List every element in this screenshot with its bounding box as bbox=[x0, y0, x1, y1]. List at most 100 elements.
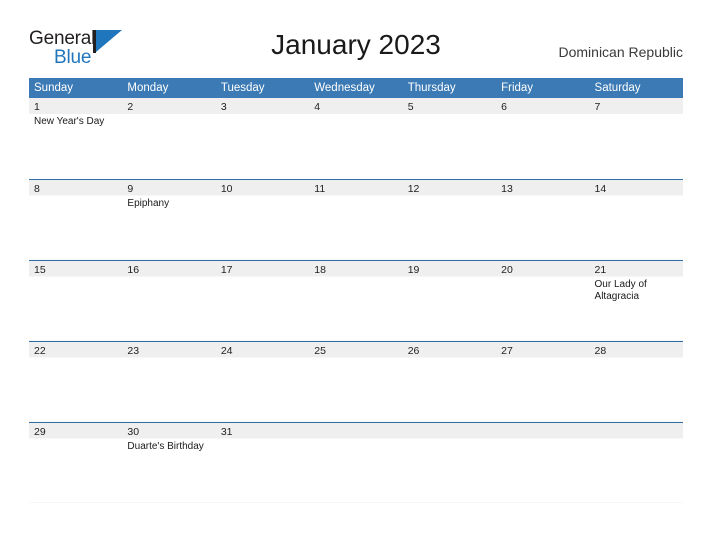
day-event: Duarte's Birthday bbox=[127, 440, 204, 452]
day-cell[interactable]: 8 bbox=[29, 178, 123, 260]
day-event bbox=[29, 439, 122, 441]
calendar-week-row: 29 30 Duarte's Birthday 31 bbox=[29, 421, 683, 503]
day-cell bbox=[402, 421, 497, 503]
day-cell[interactable]: 6 bbox=[496, 98, 590, 179]
day-number: 5 bbox=[407, 101, 414, 113]
day-event bbox=[496, 358, 589, 360]
day-number: 6 bbox=[501, 101, 507, 113]
calendar-header-row: Sunday Monday Tuesday Wednesday Thursday… bbox=[29, 78, 683, 98]
day-number: 3 bbox=[220, 101, 227, 113]
day-number: 30 bbox=[127, 425, 140, 438]
weekday-header-tuesday: Tuesday bbox=[215, 78, 310, 98]
day-number: 20 bbox=[501, 263, 513, 276]
day-event bbox=[122, 114, 215, 116]
day-number: 4 bbox=[314, 101, 321, 113]
day-number: 24 bbox=[220, 344, 233, 357]
day-event bbox=[403, 196, 496, 198]
day-number: 22 bbox=[34, 344, 46, 357]
day-cell[interactable]: 2 bbox=[122, 98, 216, 179]
day-number: 9 bbox=[127, 182, 134, 195]
day-number: 16 bbox=[127, 263, 140, 276]
weekday-header-friday: Friday bbox=[496, 78, 590, 98]
day-event bbox=[122, 358, 215, 360]
weekday-header-saturday: Saturday bbox=[589, 78, 683, 98]
day-event bbox=[496, 277, 589, 279]
day-event bbox=[309, 114, 402, 116]
day-cell[interactable]: 21 Our Lady of Altagracia bbox=[589, 259, 683, 341]
day-event bbox=[309, 196, 402, 198]
day-event bbox=[216, 439, 309, 441]
day-event bbox=[496, 196, 589, 198]
day-number: 1 bbox=[34, 101, 40, 113]
day-cell[interactable]: 10 bbox=[215, 178, 310, 260]
day-cell bbox=[589, 421, 683, 503]
day-cell[interactable]: 22 bbox=[29, 340, 123, 422]
day-event bbox=[403, 439, 496, 441]
day-number: 11 bbox=[314, 182, 326, 195]
day-cell[interactable]: 14 bbox=[589, 178, 683, 260]
day-cell[interactable]: 19 bbox=[402, 259, 497, 341]
day-number: 27 bbox=[501, 344, 513, 357]
day-cell[interactable]: 3 bbox=[215, 98, 310, 179]
day-number: 28 bbox=[594, 344, 607, 357]
day-cell[interactable]: 9 Epiphany bbox=[122, 178, 216, 260]
day-cell[interactable]: 17 bbox=[215, 259, 310, 341]
day-number: 26 bbox=[407, 344, 420, 357]
day-number bbox=[403, 423, 496, 439]
day-cell[interactable]: 20 bbox=[496, 259, 590, 341]
day-cell[interactable]: 13 bbox=[496, 178, 590, 260]
day-number: 7 bbox=[594, 101, 601, 113]
day-cell bbox=[496, 421, 590, 503]
day-event bbox=[216, 277, 309, 279]
weekday-header-thursday: Thursday bbox=[402, 78, 497, 98]
day-cell[interactable]: 18 bbox=[309, 259, 403, 341]
weekday-header-sunday: Sunday bbox=[29, 78, 123, 98]
day-cell bbox=[309, 421, 403, 503]
day-event bbox=[29, 358, 122, 360]
day-event: Epiphany bbox=[127, 197, 170, 209]
day-cell[interactable]: 29 bbox=[29, 421, 123, 503]
day-event bbox=[309, 277, 402, 279]
day-cell[interactable]: 31 bbox=[215, 421, 310, 503]
day-cell[interactable]: 30 Duarte's Birthday bbox=[122, 421, 216, 503]
day-number: 14 bbox=[594, 182, 607, 195]
day-cell[interactable]: 7 bbox=[589, 98, 683, 179]
day-event bbox=[309, 358, 402, 360]
day-event bbox=[590, 196, 683, 198]
calendar-week-row: 22 23 24 25 26 27 28 bbox=[29, 340, 683, 422]
day-cell[interactable]: 26 bbox=[402, 340, 497, 422]
day-event bbox=[590, 358, 683, 360]
day-number bbox=[309, 423, 402, 439]
day-event bbox=[496, 439, 589, 441]
day-event bbox=[309, 439, 402, 441]
day-cell[interactable]: 23 bbox=[122, 340, 216, 422]
day-cell[interactable]: 5 bbox=[402, 98, 497, 179]
day-event bbox=[29, 277, 122, 279]
day-number: 12 bbox=[407, 182, 420, 195]
day-cell[interactable]: 24 bbox=[215, 340, 310, 422]
day-cell[interactable]: 28 bbox=[589, 340, 683, 422]
day-number: 17 bbox=[220, 263, 233, 276]
day-cell[interactable]: 1 New Year's Day bbox=[29, 98, 123, 179]
day-cell[interactable]: 16 bbox=[122, 259, 216, 341]
calendar-body: 1 New Year's Day 2 3 4 5 6 7 8 9 Epiphan… bbox=[29, 98, 683, 503]
day-cell[interactable]: 25 bbox=[309, 340, 403, 422]
day-number: 10 bbox=[220, 182, 233, 195]
day-cell[interactable]: 15 bbox=[29, 259, 123, 341]
day-number: 25 bbox=[314, 344, 326, 357]
day-number: 15 bbox=[34, 263, 46, 276]
day-cell[interactable]: 27 bbox=[496, 340, 590, 422]
day-event bbox=[590, 439, 683, 441]
day-cell[interactable]: 4 bbox=[309, 98, 403, 179]
weekday-header-wednesday: Wednesday bbox=[309, 78, 403, 98]
day-cell[interactable]: 11 bbox=[309, 178, 403, 260]
page-header: General Blue January 2023 Dominican Repu… bbox=[0, 0, 712, 78]
month-calendar: Sunday Monday Tuesday Wednesday Thursday… bbox=[29, 78, 683, 503]
day-number: 29 bbox=[34, 425, 46, 438]
day-event bbox=[216, 114, 309, 116]
day-number: 18 bbox=[314, 263, 326, 276]
day-event: New Year's Day bbox=[34, 116, 105, 127]
day-cell[interactable]: 12 bbox=[402, 178, 497, 260]
day-event bbox=[216, 358, 309, 360]
day-number: 21 bbox=[594, 263, 607, 276]
